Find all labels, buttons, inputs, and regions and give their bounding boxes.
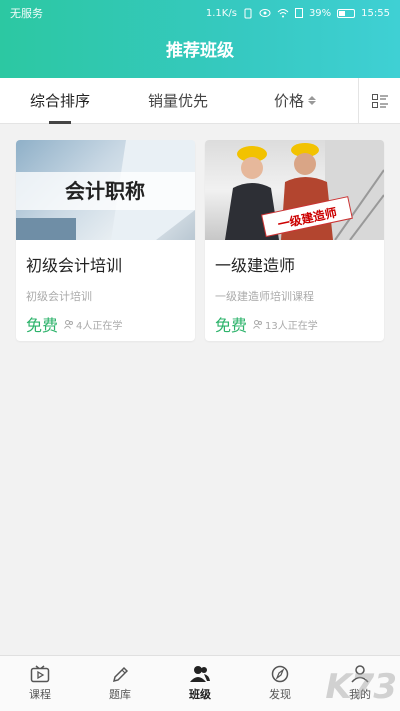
tab-label: 班级 <box>189 688 211 701</box>
page-title: 推荐班级 <box>166 41 234 61</box>
carrier-text: 无服务 <box>10 7 43 20</box>
header-bar: 无服务 1.1K/s 39% 15:55 推荐班级 <box>0 0 400 78</box>
sim-icon <box>294 8 303 18</box>
wifi-icon <box>277 9 289 18</box>
learners-text: 4人正在学 <box>76 320 123 332</box>
clock: 15:55 <box>361 7 390 19</box>
tab-label: 题库 <box>109 688 131 701</box>
sort-bar: 综合排序 销量优先 价格 <box>0 78 400 124</box>
status-bar: 无服务 1.1K/s 39% 15:55 <box>0 0 400 26</box>
tab-comprehensive-sort[interactable]: 综合排序 <box>30 78 90 124</box>
battery-icon <box>337 8 356 18</box>
tv-play-icon <box>30 665 50 683</box>
tab-label: 综合排序 <box>30 92 91 110</box>
learners-count: 4人正在学 <box>64 317 122 332</box>
network-speed: 1.1K/s <box>205 7 237 19</box>
battery-percent: 39% <box>308 7 332 19</box>
course-card-constructor[interactable]: 一级建造师 一级建造师 一级建造师培训课程 免费 13人正在学 <box>205 140 384 341</box>
tab-discover[interactable]: 发现 <box>240 656 320 711</box>
compass-icon <box>271 665 289 683</box>
banner-text: 会计职称 <box>65 179 145 203</box>
watermark-logo: K73 <box>325 667 397 707</box>
tab-label: 价格 <box>274 92 305 110</box>
active-tab-indicator <box>49 120 71 124</box>
tab-label: 发现 <box>269 688 291 701</box>
sort-arrows-icon <box>308 96 317 105</box>
course-banner: 一级建造师 <box>205 140 384 240</box>
pencil-icon <box>112 666 129 683</box>
tab-label: 课程 <box>29 688 51 701</box>
course-card-accounting[interactable]: 会计职称 初级会计培训 初级会计培训 免费 4人正在学 <box>16 140 195 341</box>
tab-sales-first[interactable]: 销量优先 <box>148 78 208 124</box>
course-title: 初级会计培训 <box>26 256 123 275</box>
course-price: 免费 <box>215 316 248 335</box>
course-banner: 会计职称 <box>16 140 195 240</box>
accounting-banner-image: 会计职称 <box>16 140 195 240</box>
course-grid: 会计职称 初级会计培训 初级会计培训 免费 4人正在学 一级建造师 一级建造师 … <box>16 140 384 341</box>
layout-toggle-button[interactable] <box>358 78 400 124</box>
users-icon <box>190 666 210 682</box>
learners-text: 13人正在学 <box>265 320 318 332</box>
course-price: 免费 <box>26 316 59 335</box>
eye-icon <box>259 9 271 17</box>
course-title: 一级建造师 <box>215 256 296 275</box>
course-subtitle: 初级会计培训 <box>26 290 92 303</box>
constructor-banner-image: 一级建造师 <box>225 140 384 240</box>
people-icon <box>253 319 263 329</box>
learners-count: 13人正在学 <box>253 317 318 332</box>
vibrate-icon <box>244 8 252 18</box>
course-subtitle: 一级建造师培训课程 <box>215 290 314 303</box>
tab-question-bank[interactable]: 题库 <box>80 656 160 711</box>
tab-price[interactable]: 价格 <box>274 78 317 124</box>
tab-classes[interactable]: 班级 <box>160 656 240 711</box>
list-layout-icon <box>371 94 388 108</box>
tab-label: 销量优先 <box>148 92 209 110</box>
people-icon <box>64 319 74 329</box>
tab-courses[interactable]: 课程 <box>0 656 80 711</box>
